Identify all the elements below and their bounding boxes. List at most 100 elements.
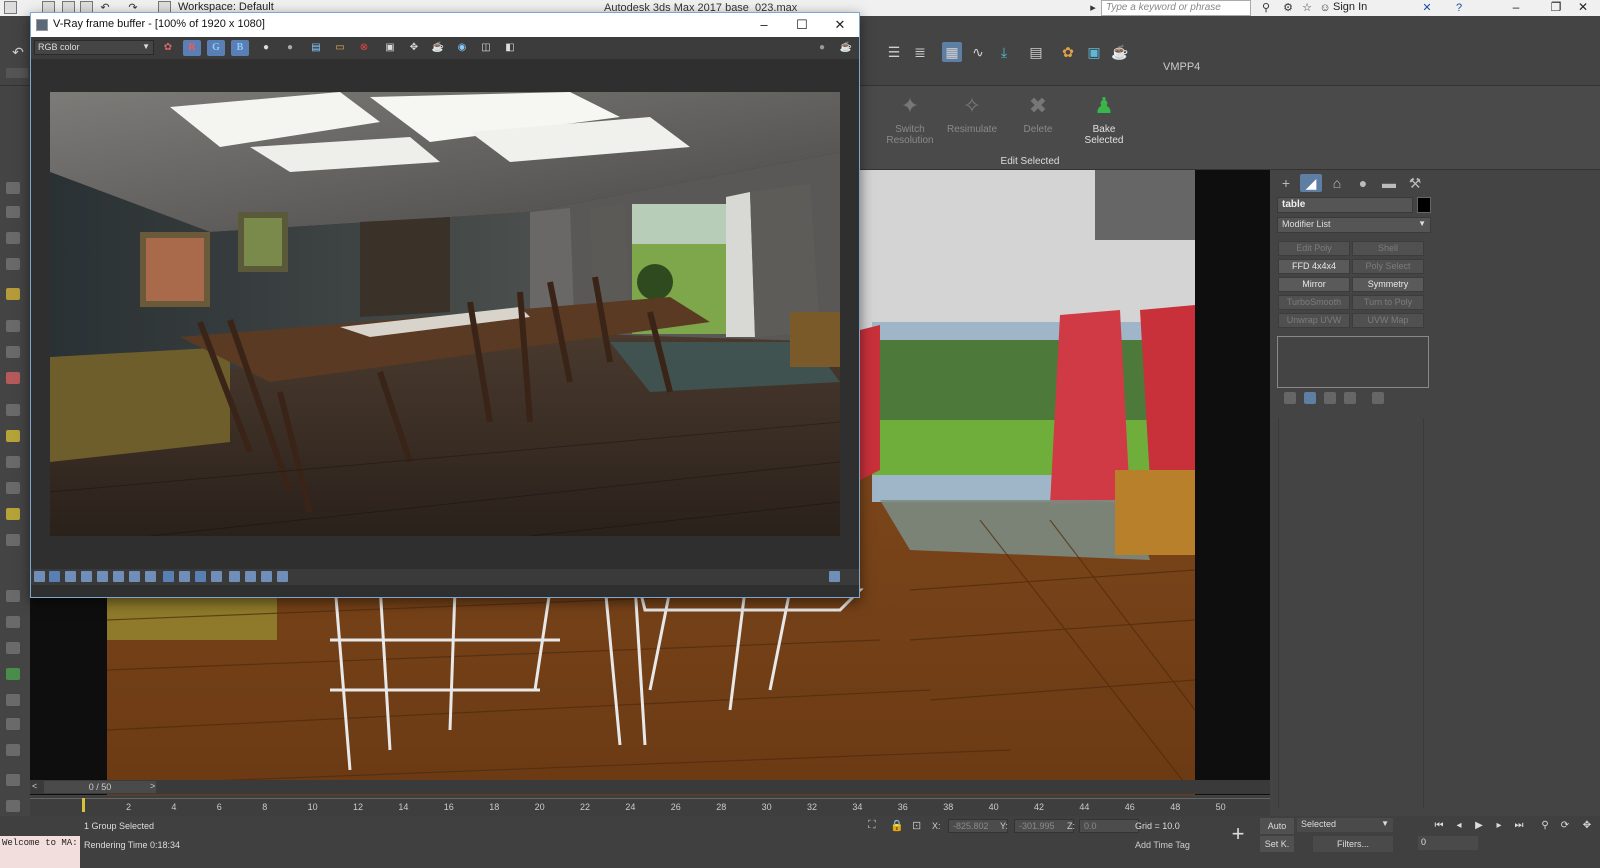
set-key-button[interactable]: Set K.: [1260, 836, 1294, 852]
subscription-icon[interactable]: ⚙: [1281, 1, 1295, 15]
modify-panel-icon[interactable]: ◢: [1300, 174, 1322, 192]
vfb-maximize-button[interactable]: ☐: [787, 16, 817, 34]
mirror-tool-icon[interactable]: [6, 320, 20, 332]
rotate-tool-icon[interactable]: [6, 232, 20, 244]
help-icon[interactable]: ?: [1452, 1, 1466, 15]
hierarchy-panel-icon[interactable]: ⌂: [1326, 174, 1348, 192]
modifier-turn-to-poly-button[interactable]: Turn to Poly: [1352, 295, 1424, 310]
show-end-result-icon[interactable]: [1304, 392, 1316, 404]
modifier-stack-list[interactable]: [1277, 336, 1429, 388]
vfb-minimize-button[interactable]: –: [749, 16, 779, 34]
space-warp-icon[interactable]: [6, 534, 20, 546]
minimize-button[interactable]: –: [1496, 0, 1536, 16]
vfb-ocio-icon[interactable]: [195, 571, 206, 582]
scene-explorer-icon[interactable]: ≣: [910, 42, 930, 62]
track-bar[interactable]: 2 4 6 8 10 12 14 16 18 20 22 24 26 28 30 32 34 36 38 40 42 44…: [30, 796, 1270, 816]
vfb-white-balance-icon[interactable]: [113, 571, 124, 582]
vfb-levels-icon[interactable]: [129, 571, 140, 582]
user-icon[interactable]: ☺: [1318, 1, 1332, 15]
display-panel-icon[interactable]: ▬: [1378, 174, 1400, 192]
modifier-poly-select-button[interactable]: Poly Select: [1352, 259, 1424, 274]
display-tool-icon[interactable]: [6, 642, 20, 654]
motion-panel-icon[interactable]: ●: [1352, 174, 1374, 192]
current-frame-field[interactable]: 0: [1418, 836, 1478, 850]
z-coordinate-field[interactable]: 0.0: [1079, 819, 1139, 833]
grid-tool-icon[interactable]: [6, 800, 20, 812]
modifier-ffd-button[interactable]: FFD 4x4x4: [1278, 259, 1350, 274]
render-teapot-icon[interactable]: ☕: [1110, 42, 1130, 62]
modifier-symmetry-button[interactable]: Symmetry: [1352, 277, 1424, 292]
vfb-lut-icon[interactable]: [179, 571, 190, 582]
hierarchy-tool-icon[interactable]: [6, 590, 20, 602]
render-tool-icon[interactable]: [6, 718, 20, 730]
vfb-history-icon[interactable]: [34, 571, 45, 582]
auto-key-button[interactable]: Auto: [1260, 818, 1294, 834]
ribbon-toggle-icon[interactable]: ▦: [942, 42, 962, 62]
modifier-edit-poly-button[interactable]: Edit Poly: [1278, 241, 1350, 256]
remove-modifier-icon[interactable]: [1344, 392, 1356, 404]
schematic-view-icon[interactable]: ⤓: [994, 42, 1014, 62]
rendered-frame-window-icon[interactable]: ▣: [1084, 42, 1104, 62]
red-channel-button[interactable]: R: [183, 40, 201, 56]
camera-tool-icon[interactable]: [6, 456, 20, 468]
modifier-mirror-button[interactable]: Mirror: [1278, 277, 1350, 292]
alpha-white-icon[interactable]: ●: [257, 40, 275, 56]
delete-button[interactable]: ✖ Delete: [1008, 92, 1068, 135]
duplicate-to-max-fb-icon[interactable]: ▣: [381, 40, 399, 56]
render-teapot-icon[interactable]: ☕: [837, 40, 855, 56]
time-slider[interactable]: < 0 / 50 >: [30, 780, 1270, 794]
vfb-fit-icon[interactable]: [829, 571, 840, 582]
vfb-compare-icon[interactable]: [245, 571, 256, 582]
vfb-lens-effects-icon[interactable]: [65, 571, 76, 582]
clear-image-icon[interactable]: ⊗: [355, 40, 373, 56]
undo-tool-icon[interactable]: ↶: [8, 42, 28, 62]
set-key-plus-icon[interactable]: +: [1226, 822, 1250, 846]
sphere-tool-icon[interactable]: [6, 430, 20, 442]
search-input[interactable]: Type a keyword or phrase: [1101, 0, 1251, 16]
render-setup-icon[interactable]: ✿: [1058, 42, 1078, 62]
vfb-color-corrections-icon[interactable]: [49, 571, 60, 582]
load-image-icon[interactable]: ▭: [331, 40, 349, 56]
prev-key-icon[interactable]: ◂: [1452, 820, 1466, 832]
add-time-tag-button[interactable]: Add Time Tag: [1135, 840, 1190, 850]
vfb-bg-icon[interactable]: [163, 571, 174, 582]
green-channel-button[interactable]: G: [207, 40, 225, 56]
color-picker-icon[interactable]: ✿: [159, 40, 177, 56]
env-tool-icon[interactable]: [6, 744, 20, 756]
object-color-swatch[interactable]: [1417, 197, 1431, 213]
utility-tool-icon[interactable]: [6, 668, 20, 680]
play-icon[interactable]: ▶: [1472, 820, 1486, 832]
vfb-close-button[interactable]: ✕: [825, 16, 855, 34]
zoom-icon[interactable]: ⚲: [1538, 820, 1552, 832]
light-tool-icon[interactable]: [6, 404, 20, 416]
motion-tool-icon[interactable]: [6, 616, 20, 628]
vfb-swatches-icon[interactable]: [261, 571, 272, 582]
create-panel-icon[interactable]: +: [1275, 174, 1297, 192]
sun-tool-icon[interactable]: [6, 508, 20, 520]
expand-arrow-icon[interactable]: ▸: [1086, 1, 1100, 15]
pan-icon[interactable]: ✥: [1580, 820, 1594, 832]
paint-tool-icon[interactable]: [6, 372, 20, 384]
vfb-title-bar[interactable]: V-Ray frame buffer - [100% of 1920 x 108…: [31, 13, 859, 37]
make-unique-icon[interactable]: [1324, 392, 1336, 404]
modifier-shell-button[interactable]: Shell: [1352, 241, 1424, 256]
pin-stack-icon[interactable]: [1284, 392, 1296, 404]
modifier-unwrap-uvw-button[interactable]: Unwrap UVW: [1278, 313, 1350, 328]
last-render-icon[interactable]: ◧: [501, 40, 519, 56]
orbit-icon[interactable]: ⟳: [1558, 820, 1572, 832]
key-filters-button[interactable]: Filters...: [1313, 836, 1393, 852]
configure-sets-icon[interactable]: [1372, 392, 1384, 404]
next-key-icon[interactable]: ▸: [1492, 820, 1506, 832]
favorites-star-icon[interactable]: ☆: [1300, 1, 1314, 15]
mono-icon[interactable]: ●: [281, 40, 299, 56]
material-editor-icon[interactable]: ▤: [1026, 42, 1046, 62]
link-to-viewport-icon[interactable]: ◉: [453, 40, 471, 56]
object-name-field[interactable]: table: [1277, 197, 1413, 213]
prev-frame-icon[interactable]: <: [32, 781, 37, 791]
close-button[interactable]: ✕: [1566, 0, 1600, 16]
save-image-icon[interactable]: ▤: [307, 40, 325, 56]
app-logo-icon[interactable]: [4, 1, 17, 14]
vfb-icc-icon[interactable]: [211, 571, 222, 582]
scale-tool-icon[interactable]: [6, 258, 20, 270]
align-tool-icon[interactable]: [6, 346, 20, 358]
